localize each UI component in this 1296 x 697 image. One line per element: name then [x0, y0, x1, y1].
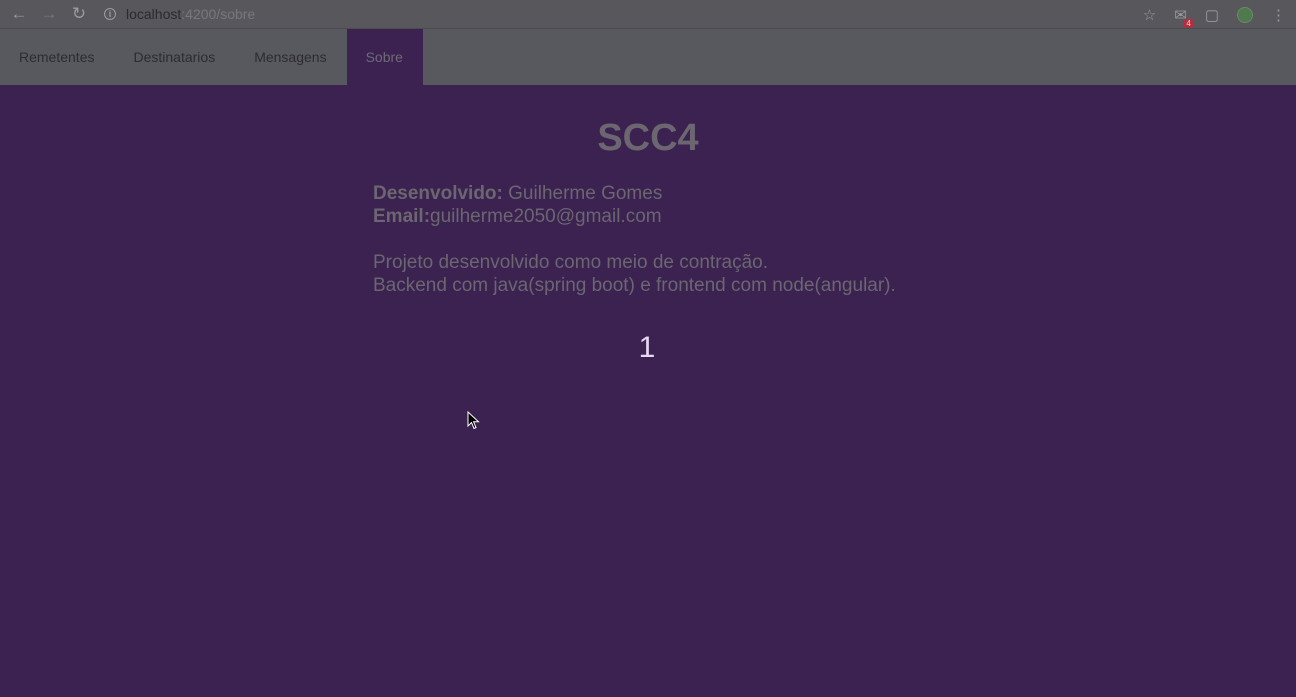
extension-icon[interactable]: ▢ — [1205, 6, 1219, 24]
tab-mensagens[interactable]: Mensagens — [235, 29, 346, 85]
tab-destinatarios[interactable]: Destinatarios — [114, 29, 235, 85]
browser-toolbar: ← → ↻ i localhost:4200/sobre ☆ ✉ 4 ▢ ⋮ — [0, 0, 1296, 29]
app-nav-bar: Remetentes Destinatarios Mensagens Sobre — [0, 29, 1296, 85]
mail-extension-icon[interactable]: ✉ 4 — [1174, 6, 1193, 28]
page-title: SCC4 — [597, 117, 699, 159]
reload-icon[interactable]: ↻ — [68, 3, 90, 25]
site-info-icon[interactable]: i — [104, 8, 116, 20]
mail-badge: 4 — [1184, 18, 1193, 28]
tab-remetentes[interactable]: Remetentes — [0, 29, 114, 85]
developer-label: Desenvolvido: — [373, 183, 503, 204]
address-bar[interactable]: i localhost:4200/sobre — [104, 6, 255, 22]
description-line-1: Projeto desenvolvido como meio de contra… — [373, 252, 769, 273]
description-line-2: Backend com java(spring boot) e frontend… — [373, 275, 896, 296]
url-host: localhost — [126, 6, 182, 22]
project-description: Projeto desenvolvido como meio de contra… — [373, 251, 896, 297]
tab-sobre[interactable]: Sobre — [346, 29, 423, 85]
counter-value: 1 — [638, 331, 656, 364]
url-path: :4200/sobre — [181, 6, 256, 22]
forward-arrow-icon[interactable]: → — [38, 3, 60, 25]
bookmark-star-icon[interactable]: ☆ — [1143, 6, 1156, 24]
menu-kebab-icon[interactable]: ⋮ — [1271, 6, 1286, 24]
developer-info: Desenvolvido: Guilherme Gomes Email:guil… — [373, 182, 662, 228]
mouse-cursor-icon — [467, 411, 480, 430]
developer-name: Guilherme Gomes — [502, 183, 663, 204]
email-value: guilherme2050@gmail.com — [430, 206, 662, 227]
back-arrow-icon[interactable]: ← — [8, 3, 30, 25]
email-label: Email: — [373, 206, 431, 227]
profile-globe-icon[interactable] — [1237, 6, 1253, 24]
